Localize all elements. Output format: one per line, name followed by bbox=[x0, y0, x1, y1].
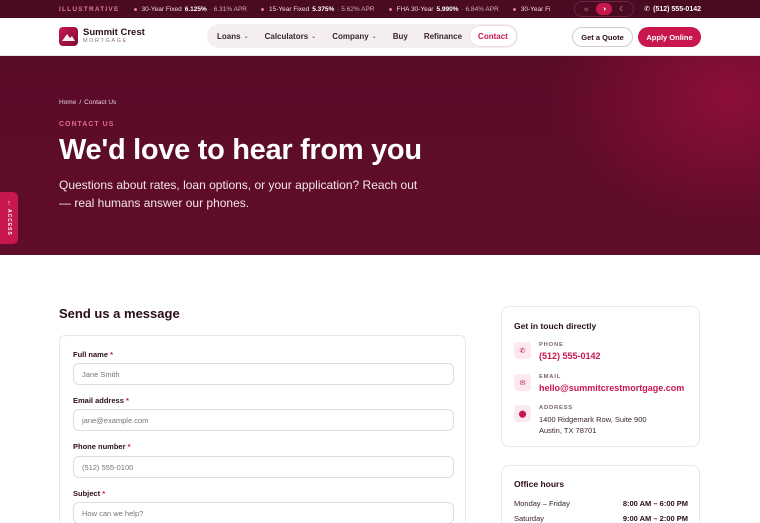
contact-form: Full name * Email address * Phone number… bbox=[59, 335, 466, 523]
chevron-down-icon: ⌄ bbox=[371, 33, 377, 40]
phone-input[interactable] bbox=[73, 456, 454, 478]
contrast-icon[interactable]: ◑ bbox=[596, 3, 613, 15]
get-quote-button[interactable]: Get a Quote bbox=[572, 27, 633, 47]
ticker-right: ☼ ◑ ☾ ✆ (512) 555-0142 bbox=[568, 0, 760, 18]
moon-icon[interactable]: ☾ bbox=[614, 3, 630, 15]
breadcrumb-separator: / bbox=[79, 99, 82, 106]
subject-input[interactable] bbox=[73, 502, 454, 523]
sun-icon[interactable]: ☼ bbox=[578, 3, 594, 15]
phone-icon: ✆ bbox=[514, 342, 531, 359]
location-pin-icon: ⬤ bbox=[514, 405, 531, 422]
contact-card: Get in touch directly ✆ PHONE (512) 555-… bbox=[501, 306, 700, 447]
breadcrumb-current: Contact Us bbox=[84, 99, 117, 106]
nav-buy[interactable]: Buy bbox=[385, 26, 416, 46]
phone-link[interactable]: (512) 555-0142 bbox=[539, 351, 601, 361]
breadcrumb: Home / Contact Us bbox=[59, 99, 116, 106]
ticker-item: FHA 30-Year 5.990% · 6.84% APR bbox=[388, 6, 499, 13]
apply-online-button[interactable]: Apply Online bbox=[638, 27, 701, 47]
email-label: Email address * bbox=[73, 396, 129, 405]
mountain-logo-icon bbox=[59, 27, 78, 46]
logo[interactable]: Summit Crest MORTGAGE bbox=[59, 27, 145, 46]
nav-contact[interactable]: Contact bbox=[470, 26, 516, 46]
arrow-up-icon: ↑ bbox=[7, 200, 11, 208]
phone-icon: ✆ bbox=[644, 6, 651, 13]
ticker-items: 30-Year Fixed 6.125% · 6.31% APR 15-Year… bbox=[133, 6, 551, 13]
chevron-down-icon: ⌄ bbox=[311, 33, 317, 40]
ticker-item: 30-Year Fixed 6.125% · 6.31% APR bbox=[133, 6, 247, 13]
accessibility-label: ACCESS bbox=[6, 209, 12, 236]
email-link[interactable]: hello@summitcrestmortgage.com bbox=[539, 383, 684, 393]
contact-phone: ✆ PHONE (512) 555-0142 bbox=[514, 342, 601, 361]
contact-email: ✉ EMAIL hello@summitcrestmortgage.com bbox=[514, 374, 684, 393]
theme-toggle: ☼ ◑ ☾ bbox=[574, 1, 635, 17]
hero-eyebrow: CONTACT US bbox=[59, 121, 115, 128]
bullet-icon bbox=[133, 7, 137, 11]
hours-row: Monday – Friday 8:00 AM – 6:00 PM bbox=[514, 499, 688, 508]
ticker-item: 15-Year Fixed 5.375% · 5.62% APR bbox=[261, 6, 375, 13]
full-name-input[interactable] bbox=[73, 363, 454, 385]
main-nav: Loans ⌄ Calculators ⌄ Company ⌄ Buy Refinan… bbox=[207, 24, 518, 48]
chevron-down-icon: ⌄ bbox=[243, 33, 249, 40]
ticker-item: 30-Year Fi bbox=[512, 6, 551, 13]
ticker-tag: ILLUSTRATIVE bbox=[59, 5, 120, 13]
breadcrumb-home[interactable]: Home bbox=[59, 99, 76, 106]
hero-lead: Questions about rates, loan options, or … bbox=[59, 178, 418, 210]
form-title: Send us a message bbox=[59, 306, 180, 321]
bullet-icon bbox=[512, 7, 516, 11]
subject-label: Subject * bbox=[73, 489, 106, 498]
office-hours-card: Office hours Monday – Friday 8:00 AM – 6… bbox=[501, 465, 700, 523]
nav-calculators[interactable]: Calculators ⌄ bbox=[257, 26, 325, 46]
contact-address: ⬤ ADDRESS 1400 Ridgemark Row, Suite 900 … bbox=[514, 405, 647, 436]
nav-company[interactable]: Company ⌄ bbox=[324, 26, 384, 46]
mail-icon: ✉ bbox=[514, 374, 531, 391]
contact-card-title: Get in touch directly bbox=[514, 321, 597, 331]
bullet-icon bbox=[261, 7, 264, 11]
nav-loans[interactable]: Loans ⌄ bbox=[209, 26, 257, 46]
hours-row: Saturday 9:00 AM – 2:00 PM bbox=[514, 514, 688, 523]
ticker-phone-link[interactable]: ✆ (512) 555-0142 bbox=[644, 5, 701, 14]
page-title: We'd love to hear from you bbox=[59, 134, 422, 166]
accessibility-tab[interactable]: ↑ ACCESS bbox=[0, 192, 18, 244]
rate-ticker: ILLUSTRATIVE 30-Year Fixed 6.125% · 6.31… bbox=[0, 0, 760, 18]
brand-name: Summit Crest bbox=[83, 27, 145, 38]
brand-sub: MORTGAGE bbox=[83, 38, 128, 44]
full-name-label: Full name * bbox=[73, 350, 114, 359]
site-header: Summit Crest MORTGAGE Loans ⌄ Calculators… bbox=[0, 18, 760, 56]
email-input[interactable] bbox=[73, 409, 454, 431]
bullet-icon bbox=[388, 7, 392, 11]
phone-label: Phone number * bbox=[73, 442, 131, 451]
nav-refinance[interactable]: Refinance bbox=[416, 26, 470, 46]
hero: Home / Contact Us CONTACT US We'd love t… bbox=[0, 56, 760, 255]
office-hours-title: Office hours bbox=[514, 479, 565, 489]
